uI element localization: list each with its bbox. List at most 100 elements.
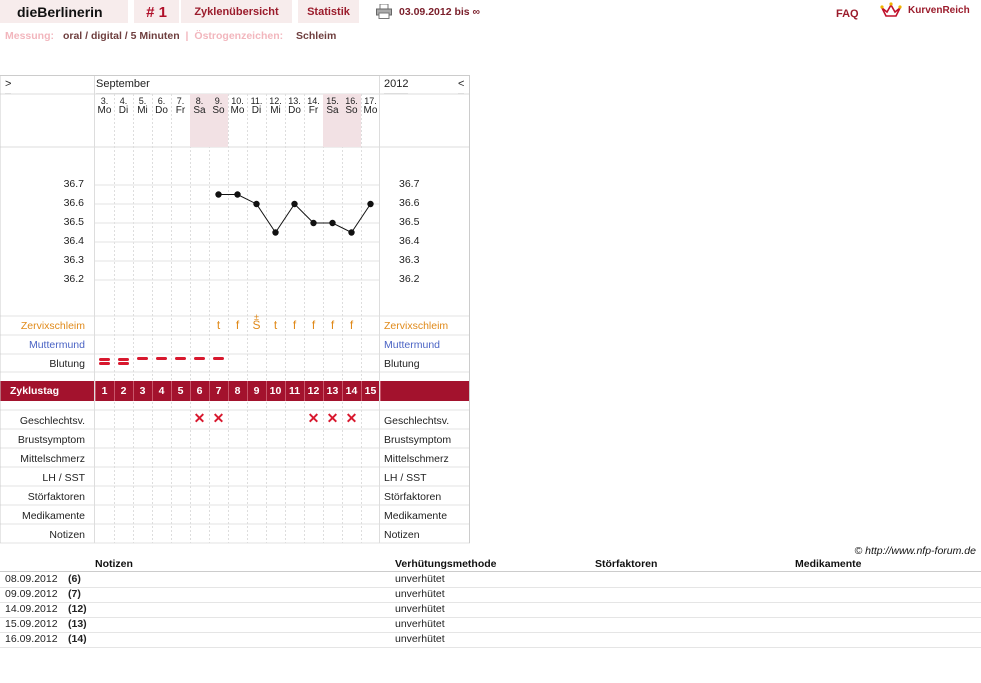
day-weekday: Do xyxy=(288,105,301,116)
intercourse-mark: ✕ xyxy=(345,410,358,426)
cycle-day-number: 11 xyxy=(288,385,301,397)
cycle-day-number: 4 xyxy=(158,385,165,397)
cycle-day-number: 9 xyxy=(253,385,260,397)
temperature-point xyxy=(310,219,317,227)
y-tick-label: 36.4 xyxy=(63,235,84,247)
cycle-day-separator xyxy=(342,381,343,401)
row-cycle-day: (7) xyxy=(68,588,81,600)
temperature-point xyxy=(272,229,279,236)
cycle-day-separator xyxy=(285,381,286,401)
bleeding-heavy-mark xyxy=(118,358,129,361)
day-header: 6. Do xyxy=(152,96,171,116)
cycle-day-number: 15 xyxy=(364,385,377,397)
day-header: 17. Mo xyxy=(361,96,380,116)
bleeding-heavy-mark xyxy=(99,358,110,361)
mucus-plus-mark: ± xyxy=(254,312,259,322)
row-date: 08.09.2012 xyxy=(5,573,58,585)
cycle-day-number: 14 xyxy=(345,385,358,397)
y-tick-label: 36.6 xyxy=(63,197,84,209)
cycle-day-separator xyxy=(95,381,96,401)
row-method: unverhütet xyxy=(395,588,445,600)
table-row: 14.09.2012 (12) unverhütet xyxy=(0,602,981,618)
bleeding-heavy-mark xyxy=(118,362,129,365)
mucus-mark: t xyxy=(216,318,221,332)
cycle-day-separator xyxy=(247,381,248,401)
y-tick-label-right: 36.6 xyxy=(399,197,420,209)
intercourse-mark: ✕ xyxy=(307,410,320,426)
cycle-day-number: 1 xyxy=(101,385,108,397)
temperature-point xyxy=(348,229,355,236)
row-method: unverhütet xyxy=(395,633,445,645)
day-header: 7. Fr xyxy=(171,96,190,116)
day-header: 13. Do xyxy=(285,96,304,116)
cycle-day-separator xyxy=(209,381,210,401)
table-header-disturbance: Störfaktoren xyxy=(595,558,658,570)
cycle-day-number: 3 xyxy=(139,385,146,397)
cycle-day-separator xyxy=(171,381,172,401)
day-weekday: Sa xyxy=(193,105,206,116)
y-tick-label: 36.3 xyxy=(63,254,84,266)
cycle-day-separator xyxy=(228,381,229,401)
cycle-day-separator xyxy=(304,381,305,401)
day-header: 8. Sa xyxy=(190,96,209,116)
cycle-day-separator xyxy=(380,381,381,401)
cycle-day-number: 7 xyxy=(215,385,222,397)
mucus-mark: f xyxy=(311,318,316,332)
day-weekday: Mi xyxy=(137,105,148,116)
y-tick-label-right: 36.4 xyxy=(399,235,420,247)
day-weekday: Sa xyxy=(326,105,339,116)
cycle-day-separator xyxy=(152,381,153,401)
mucus-mark: f xyxy=(292,318,297,332)
row-date: 15.09.2012 xyxy=(5,618,58,630)
cycle-day-number: 10 xyxy=(269,385,282,397)
day-header: 11. Di xyxy=(247,96,266,116)
bleeding-light-mark xyxy=(213,357,224,360)
intercourse-mark: ✕ xyxy=(193,410,206,426)
day-header: 3. Mo xyxy=(95,96,114,116)
day-weekday: Di xyxy=(118,105,129,116)
cycle-day-separator xyxy=(114,381,115,401)
temperature-point xyxy=(329,219,336,227)
mucus-mark: f xyxy=(235,318,240,332)
day-weekday: So xyxy=(345,105,358,116)
cycle-day-number: 5 xyxy=(177,385,184,397)
intercourse-mark: ✕ xyxy=(326,410,339,426)
y-tick-label-right: 36.2 xyxy=(399,273,420,285)
cycle-day-separator xyxy=(266,381,267,401)
mucus-mark: ± S xyxy=(247,312,266,332)
intercourse-mark: ✕ xyxy=(212,410,225,426)
cycle-day-separator xyxy=(190,381,191,401)
temperature-point xyxy=(215,191,222,198)
bleeding-light-mark xyxy=(175,357,186,360)
day-weekday: Mo xyxy=(97,105,112,116)
day-weekday: Di xyxy=(251,105,262,116)
y-tick-label-right: 36.5 xyxy=(399,216,420,228)
row-cycle-day: (6) xyxy=(68,573,81,585)
copyright: © http://www.nfp-forum.de xyxy=(854,545,976,557)
day-header: 9. So xyxy=(209,96,228,116)
bleeding-light-mark xyxy=(137,357,148,360)
day-weekday: Mo xyxy=(230,105,245,116)
row-cycle-day: (13) xyxy=(68,618,87,630)
table-header-method: Verhütungsmethode xyxy=(395,558,497,570)
mucus-mark: f xyxy=(349,318,354,332)
day-header: 5. Mi xyxy=(133,96,152,116)
cycle-day-separator xyxy=(361,381,362,401)
y-tick-label: 36.2 xyxy=(63,273,84,285)
temperature-point xyxy=(291,200,298,208)
row-date: 16.09.2012 xyxy=(5,633,58,645)
table-row: 16.09.2012 (14) unverhütet xyxy=(0,632,981,648)
day-header: 15. Sa xyxy=(323,96,342,116)
day-weekday: So xyxy=(212,105,225,116)
row-cycle-day: (12) xyxy=(68,603,87,615)
bleeding-heavy-mark xyxy=(99,362,110,365)
day-header: 4. Di xyxy=(114,96,133,116)
day-header: 16. So xyxy=(342,96,361,116)
y-tick-label: 36.7 xyxy=(63,178,84,190)
cycle-day-number: 2 xyxy=(120,385,127,397)
row-date: 09.09.2012 xyxy=(5,588,58,600)
bleeding-light-mark xyxy=(194,357,205,360)
row-cycle-day: (14) xyxy=(68,633,87,645)
table-row: 09.09.2012 (7) unverhütet xyxy=(0,587,981,603)
mucus-mark: f xyxy=(330,318,335,332)
